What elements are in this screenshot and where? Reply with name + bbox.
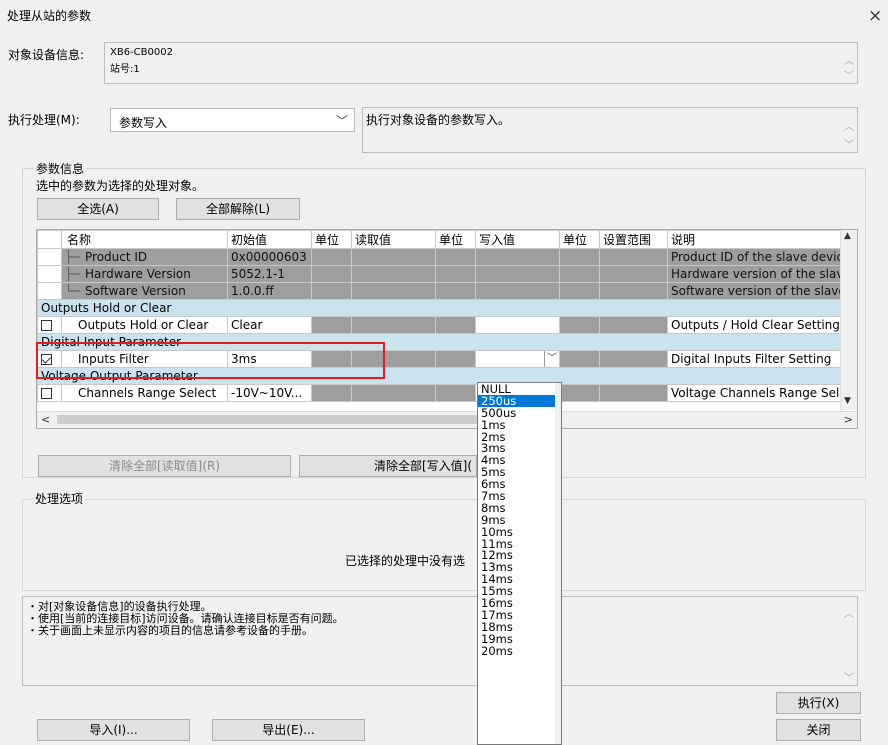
table-row[interactable]: Outputs Hold or Clear Clear Outputs / Ho…: [37, 316, 857, 334]
column-header: 单位: [559, 230, 600, 249]
dropdown-option[interactable]: 19ms: [478, 633, 561, 645]
options-title: 处理选项: [33, 490, 86, 507]
dropdown-scrollbar[interactable]: [555, 383, 561, 744]
scroll-down-icon[interactable]: ﹀: [844, 136, 854, 151]
section-row[interactable]: Outputs Hold or Clear: [37, 299, 857, 317]
chevron-down-icon[interactable]: ﹀: [544, 351, 559, 367]
param-name: Hardware Version: [85, 267, 191, 281]
dropdown-option[interactable]: 10ms: [478, 526, 561, 538]
param-name: Product ID: [85, 250, 148, 264]
close-icon[interactable]: ×: [868, 6, 882, 26]
options-message: 已选择的处理中没有选: [345, 554, 466, 568]
deselect-all-button[interactable]: 全部解除(L): [176, 198, 300, 220]
table-header-row: 名称 初始值 单位 读取值 单位 写入值 单位 设置范围 说明: [37, 230, 857, 249]
table-vscrollbar[interactable]: ▲ ▼: [840, 230, 857, 410]
dropdown-option[interactable]: 500us: [478, 407, 561, 419]
close-button[interactable]: 关闭: [776, 719, 861, 741]
dropdown-option[interactable]: 250us: [478, 394, 561, 407]
process-label: 执行处理(M):: [8, 113, 80, 127]
scroll-down-icon[interactable]: ﹀: [844, 67, 854, 82]
target-info-box: XB6-CB0002 站号:1 ︿ ﹀: [104, 42, 858, 84]
column-header: 单位: [311, 230, 352, 249]
param-description: Product ID of the slave device: [667, 248, 857, 266]
chevron-down-icon[interactable]: ﹀: [336, 112, 348, 129]
column-header: 读取值: [351, 230, 436, 249]
clear-read-button[interactable]: 清除全部[读取值](R): [38, 455, 291, 477]
target-label: 对象设备信息:: [8, 48, 85, 62]
param-info-hint: 选中的参数为选择的处理对象。: [36, 179, 205, 193]
table-row[interactable]: Channels Range Select -10V~10V... Voltag…: [37, 384, 857, 402]
target-line-1: XB6-CB0002: [110, 47, 173, 58]
scroll-up-icon[interactable]: ︿: [844, 605, 854, 620]
scroll-up-icon[interactable]: ︿: [844, 118, 854, 133]
param-checkbox[interactable]: [41, 320, 52, 331]
clear-write-button[interactable]: 清除全部[写入值](: [299, 455, 477, 477]
scroll-left-icon[interactable]: <: [41, 413, 50, 426]
param-info-title: 参数信息: [34, 160, 87, 177]
process-selected-value: 参数写入: [119, 116, 168, 130]
param-name: Software Version: [85, 284, 186, 298]
dropdown-option[interactable]: 1ms: [478, 419, 561, 431]
notes-box: ・对[对象设备信息]的设备执行处理。 ・使用[当前的连接目标]访问设备。请确认连…: [22, 596, 858, 686]
import-button[interactable]: 导入(I)...: [37, 719, 190, 741]
param-description: Digital Inputs Filter Setting: [667, 350, 857, 368]
column-header: 设置范围: [599, 230, 668, 249]
param-checkbox[interactable]: [41, 388, 52, 399]
column-header: 单位: [435, 230, 476, 249]
process-select[interactable]: 参数写入 ﹀: [110, 108, 355, 132]
scroll-up-icon[interactable]: ︿: [844, 52, 854, 67]
filter-dropdown-list[interactable]: NULL 250us 500us 1ms 2ms 3ms 4ms 5ms 6ms 7ms 8ms 9m…: [477, 382, 562, 745]
column-header: 名称: [61, 230, 228, 249]
tree-branch-icon: ├─: [65, 250, 80, 264]
param-description: Voltage Channels Range Select: [667, 384, 857, 402]
table-row[interactable]: ├─ Hardware Version 5052.1-1 Hardware ver…: [37, 265, 857, 283]
param-description: Software version of the slave d: [667, 282, 857, 300]
execute-button[interactable]: 执行(X): [776, 692, 861, 714]
column-header: 写入值: [475, 230, 560, 249]
init-value: 1.0.0.ff: [227, 282, 312, 300]
scroll-down-icon[interactable]: ﹀: [844, 669, 854, 684]
init-value: 5052.1-1: [227, 265, 312, 283]
dropdown-option[interactable]: 8ms: [478, 502, 561, 514]
scroll-up-icon[interactable]: ▲: [844, 231, 851, 241]
target-line-2: 站号:1: [110, 64, 140, 75]
column-header: 初始值: [227, 230, 312, 249]
table-hscrollbar[interactable]: < >: [37, 411, 857, 428]
note-line: ・关于画面上未显示内容的项目的信息请参考设备的手册。: [27, 624, 313, 637]
write-value-cell[interactable]: [475, 316, 560, 334]
param-name: Outputs Hold or Clear: [61, 316, 228, 334]
param-table-container: 名称 初始值 单位 读取值 单位 写入值 单位 设置范围 说明 ├─ Produc…: [36, 229, 858, 429]
init-value: 0x00000603: [227, 248, 312, 266]
hscroll-thumb[interactable]: [57, 415, 497, 424]
table-row[interactable]: └─ Software Version 1.0.0.ff Software ver…: [37, 282, 857, 300]
param-name: Channels Range Select: [61, 384, 228, 402]
param-description: Hardware version of the slave d: [667, 265, 857, 283]
highlight-box: [36, 342, 385, 379]
export-button[interactable]: 导出(E)...: [212, 719, 365, 741]
init-value: -10V~10V...: [227, 384, 312, 402]
scroll-right-icon[interactable]: >: [844, 413, 853, 426]
options-group-border: [22, 499, 866, 591]
process-description-box: 执行对象设备的参数写入。 ︿ ﹀: [362, 107, 858, 153]
tree-branch-icon: └─: [65, 284, 80, 298]
init-value: Clear: [227, 316, 312, 334]
dropdown-option[interactable]: 20ms: [478, 645, 561, 657]
column-header: 说明: [667, 230, 857, 249]
dropdown-option[interactable]: 18ms: [478, 621, 561, 633]
table-row[interactable]: ├─ Product ID 0x00000603 Product ID of th…: [37, 248, 857, 266]
scroll-down-icon[interactable]: ▼: [844, 396, 851, 406]
process-description: 执行对象设备的参数写入。: [366, 113, 511, 127]
window-title: 处理从站的参数: [7, 9, 92, 23]
section-title: Outputs Hold or Clear: [37, 299, 857, 317]
select-all-button[interactable]: 全选(A): [37, 198, 159, 220]
param-description: Outputs / Hold Clear Setting: [667, 316, 857, 334]
dropdown-option[interactable]: 9ms: [478, 514, 561, 526]
tree-branch-icon: ├─: [65, 267, 80, 281]
write-value-dropdown[interactable]: ﹀: [475, 350, 560, 368]
